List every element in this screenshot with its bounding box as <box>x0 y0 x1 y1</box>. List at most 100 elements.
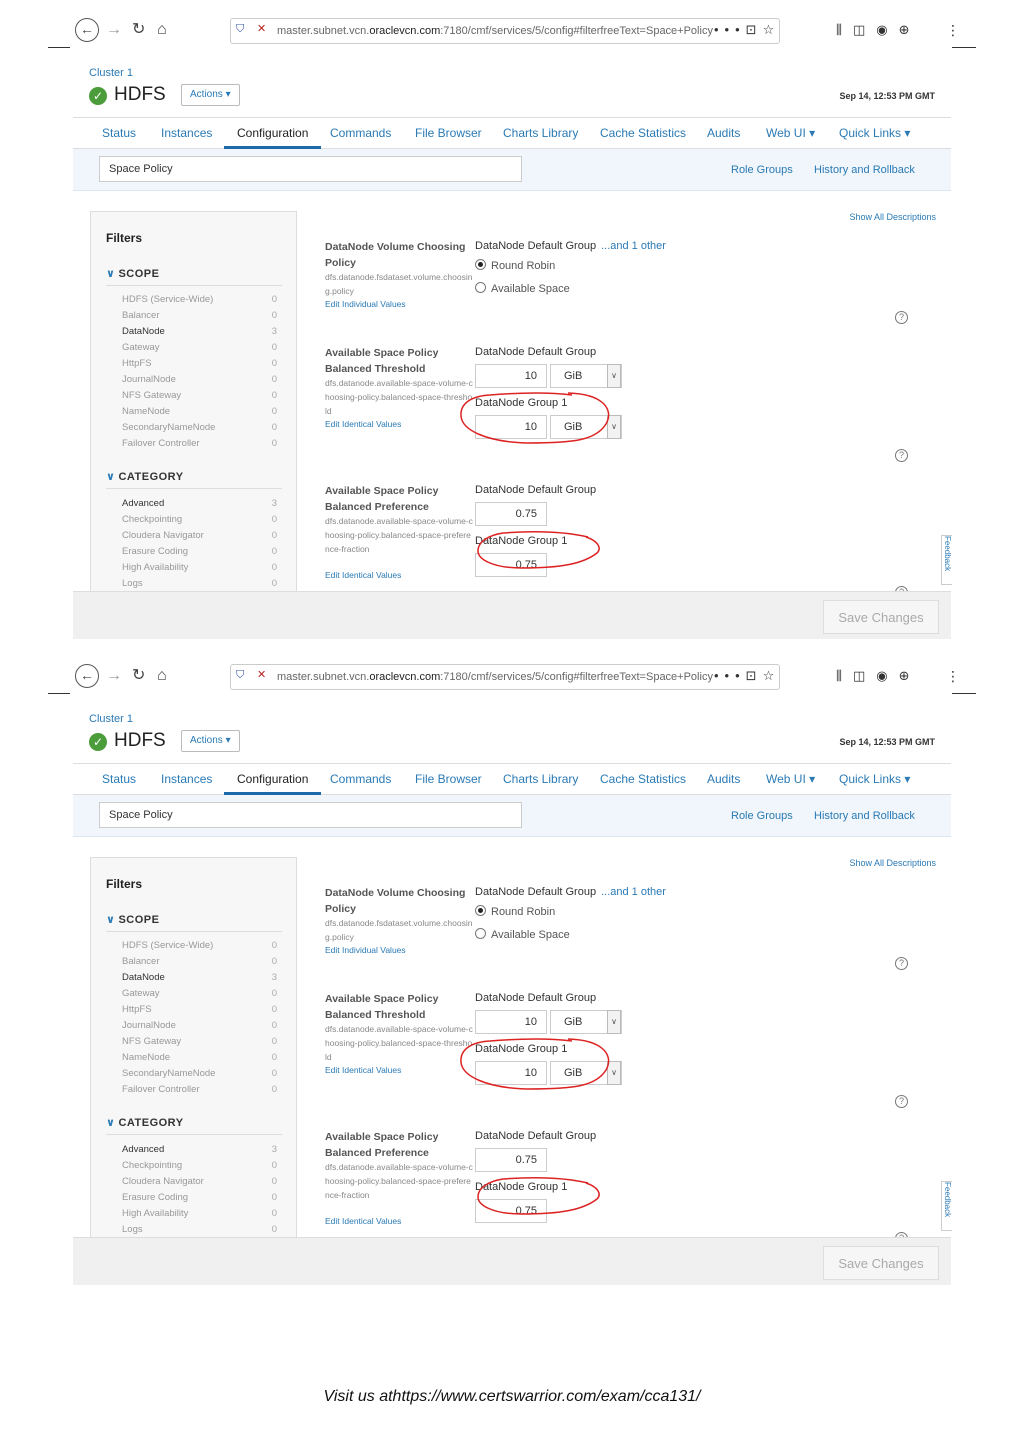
tab-audits[interactable]: Audits <box>694 118 753 149</box>
history-rollback-link[interactable]: History and Rollback <box>814 810 915 822</box>
pocket-icon[interactable]: ⊡ <box>746 22 763 37</box>
forward-icon[interactable]: → <box>106 20 122 40</box>
preference-group1-input[interactable]: 0.75 <box>475 553 547 577</box>
tab-configuration[interactable]: Configuration <box>224 764 322 795</box>
category-section-header[interactable]: ∨ CATEGORY <box>106 470 282 489</box>
filter-item[interactable]: Cloudera Navigator 0 <box>122 1174 277 1190</box>
tab-web-ui[interactable]: Web UI ▾ <box>753 764 828 795</box>
feedback-tab[interactable]: Feedback <box>941 535 952 585</box>
back-icon[interactable]: ← <box>75 18 99 42</box>
radio-button[interactable] <box>475 905 486 916</box>
chevron-down-icon[interactable]: ∨ <box>607 415 621 439</box>
scope-section-header[interactable]: ∨ SCOPE <box>106 913 282 932</box>
kebab-menu-icon[interactable]: ⋮ <box>946 668 960 685</box>
filter-item[interactable]: Logs 0 <box>122 576 277 592</box>
tab-commands[interactable]: Commands <box>317 118 404 149</box>
library-icon[interactable]: ⫼ <box>836 22 853 37</box>
more-actions-icon[interactable]: ••• <box>714 668 746 683</box>
role-groups-link[interactable]: Role Groups <box>731 164 793 176</box>
save-changes-button[interactable]: Save Changes <box>823 1246 939 1280</box>
show-all-descriptions-link[interactable]: Show All Descriptions <box>849 858 936 868</box>
url-bar[interactable]: master.subnet.vcn.oraclevcn.com:7180/cmf… <box>230 18 780 44</box>
tab-file-browser[interactable]: File Browser <box>402 764 495 795</box>
more-actions-icon[interactable]: ••• <box>714 22 746 37</box>
sidebar-icon[interactable]: ◫ <box>853 22 876 37</box>
filter-item[interactable]: Advanced 3 <box>122 1142 277 1158</box>
tab-commands[interactable]: Commands <box>317 764 404 795</box>
preference-default-input[interactable]: 0.75 <box>475 1148 547 1172</box>
filter-item[interactable]: Gateway 0 <box>122 340 277 356</box>
preference-group1-input[interactable]: 0.75 <box>475 1199 547 1223</box>
filter-item[interactable]: JournalNode 0 <box>122 1018 277 1034</box>
tab-instances[interactable]: Instances <box>148 118 225 149</box>
filter-item[interactable]: Erasure Coding 0 <box>122 544 277 560</box>
reload-icon[interactable]: ↻ <box>132 666 145 686</box>
reload-icon[interactable]: ↻ <box>132 20 145 40</box>
bookmark-star-icon[interactable]: ☆ <box>763 668 781 683</box>
filter-item[interactable]: JournalNode 0 <box>122 372 277 388</box>
page-actions[interactable]: •••⊡☆ <box>714 668 780 684</box>
filter-item[interactable]: Checkpointing 0 <box>122 1158 277 1174</box>
filter-item[interactable]: NameNode 0 <box>122 404 277 420</box>
filter-item[interactable]: Checkpointing 0 <box>122 512 277 528</box>
radio-button[interactable] <box>475 259 486 270</box>
radio-button[interactable] <box>475 282 486 293</box>
home-icon[interactable]: ⌂ <box>157 20 167 40</box>
home-icon[interactable]: ⌂ <box>157 666 167 686</box>
library-icon[interactable]: ⫼ <box>836 668 853 683</box>
and-other-link[interactable]: ...and 1 other <box>601 886 666 898</box>
filter-item[interactable]: Failover Controller 0 <box>122 1082 277 1098</box>
tab-status[interactable]: Status <box>89 764 149 795</box>
account-icon[interactable]: ◉ <box>876 22 898 37</box>
shield-icon[interactable]: ⛉ <box>236 23 244 36</box>
kebab-menu-icon[interactable]: ⋮ <box>946 22 960 39</box>
filter-item[interactable]: DataNode 3 <box>122 970 277 986</box>
filter-item[interactable]: HttpFS 0 <box>122 1002 277 1018</box>
filter-item[interactable]: Erasure Coding 0 <box>122 1190 277 1206</box>
account-icon[interactable]: ◉ <box>876 668 898 683</box>
filter-item[interactable]: HDFS (Service-Wide) 0 <box>122 938 277 954</box>
forward-icon[interactable]: → <box>106 666 122 686</box>
insecure-lock-icon[interactable]: ✕ <box>257 668 266 681</box>
edit-identical-values-link[interactable]: Edit Identical Values <box>325 570 401 580</box>
shield-icon[interactable]: ⛉ <box>236 669 244 682</box>
filter-item[interactable]: HttpFS 0 <box>122 356 277 372</box>
role-groups-link[interactable]: Role Groups <box>731 810 793 822</box>
actions-dropdown-button[interactable]: Actions ▾ <box>181 84 240 106</box>
globe-icon[interactable]: ⊕ <box>899 668 921 683</box>
filter-item[interactable]: NFS Gateway 0 <box>122 388 277 404</box>
radio-available-space[interactable]: Available Space <box>475 927 570 943</box>
threshold-group1-input[interactable]: 10 <box>475 1061 547 1085</box>
filter-item[interactable]: Cloudera Navigator 0 <box>122 528 277 544</box>
and-other-link[interactable]: ...and 1 other <box>601 240 666 252</box>
filter-item[interactable]: SecondaryNameNode 0 <box>122 420 277 436</box>
tab-status[interactable]: Status <box>89 118 149 149</box>
filter-item[interactable]: HDFS (Service-Wide) 0 <box>122 292 277 308</box>
threshold-group1-input[interactable]: 10 <box>475 415 547 439</box>
filter-item[interactable]: Balancer 0 <box>122 308 277 324</box>
tab-instances[interactable]: Instances <box>148 764 225 795</box>
chevron-down-icon[interactable]: ∨ <box>607 1061 621 1085</box>
back-icon[interactable]: ← <box>75 664 99 688</box>
tab-charts-library[interactable]: Charts Library <box>490 118 591 149</box>
filter-item[interactable]: Logs 0 <box>122 1222 277 1238</box>
filter-item[interactable]: SecondaryNameNode 0 <box>122 1066 277 1082</box>
help-icon[interactable]: ? <box>895 449 908 462</box>
filter-item[interactable]: NFS Gateway 0 <box>122 1034 277 1050</box>
search-input[interactable] <box>99 156 522 182</box>
feedback-tab[interactable]: Feedback <box>941 1181 952 1231</box>
url-bar[interactable]: master.subnet.vcn.oraclevcn.com:7180/cmf… <box>230 664 780 690</box>
bookmark-star-icon[interactable]: ☆ <box>763 22 781 37</box>
edit-identical-values-link[interactable]: Edit Identical Values <box>325 1216 401 1226</box>
filter-item[interactable]: Gateway 0 <box>122 986 277 1002</box>
radio-round-robin[interactable]: Round Robin <box>475 904 555 920</box>
help-icon[interactable]: ? <box>895 957 908 970</box>
filter-item[interactable]: High Availability 0 <box>122 560 277 576</box>
help-icon[interactable]: ? <box>895 311 908 324</box>
radio-available-space[interactable]: Available Space <box>475 281 570 297</box>
tab-configuration[interactable]: Configuration <box>224 118 322 149</box>
save-changes-button[interactable]: Save Changes <box>823 600 939 634</box>
edit-individual-values-link[interactable]: Edit Individual Values <box>325 299 406 309</box>
filter-item[interactable]: NameNode 0 <box>122 1050 277 1066</box>
breadcrumb-cluster[interactable]: Cluster 1 <box>89 713 133 725</box>
